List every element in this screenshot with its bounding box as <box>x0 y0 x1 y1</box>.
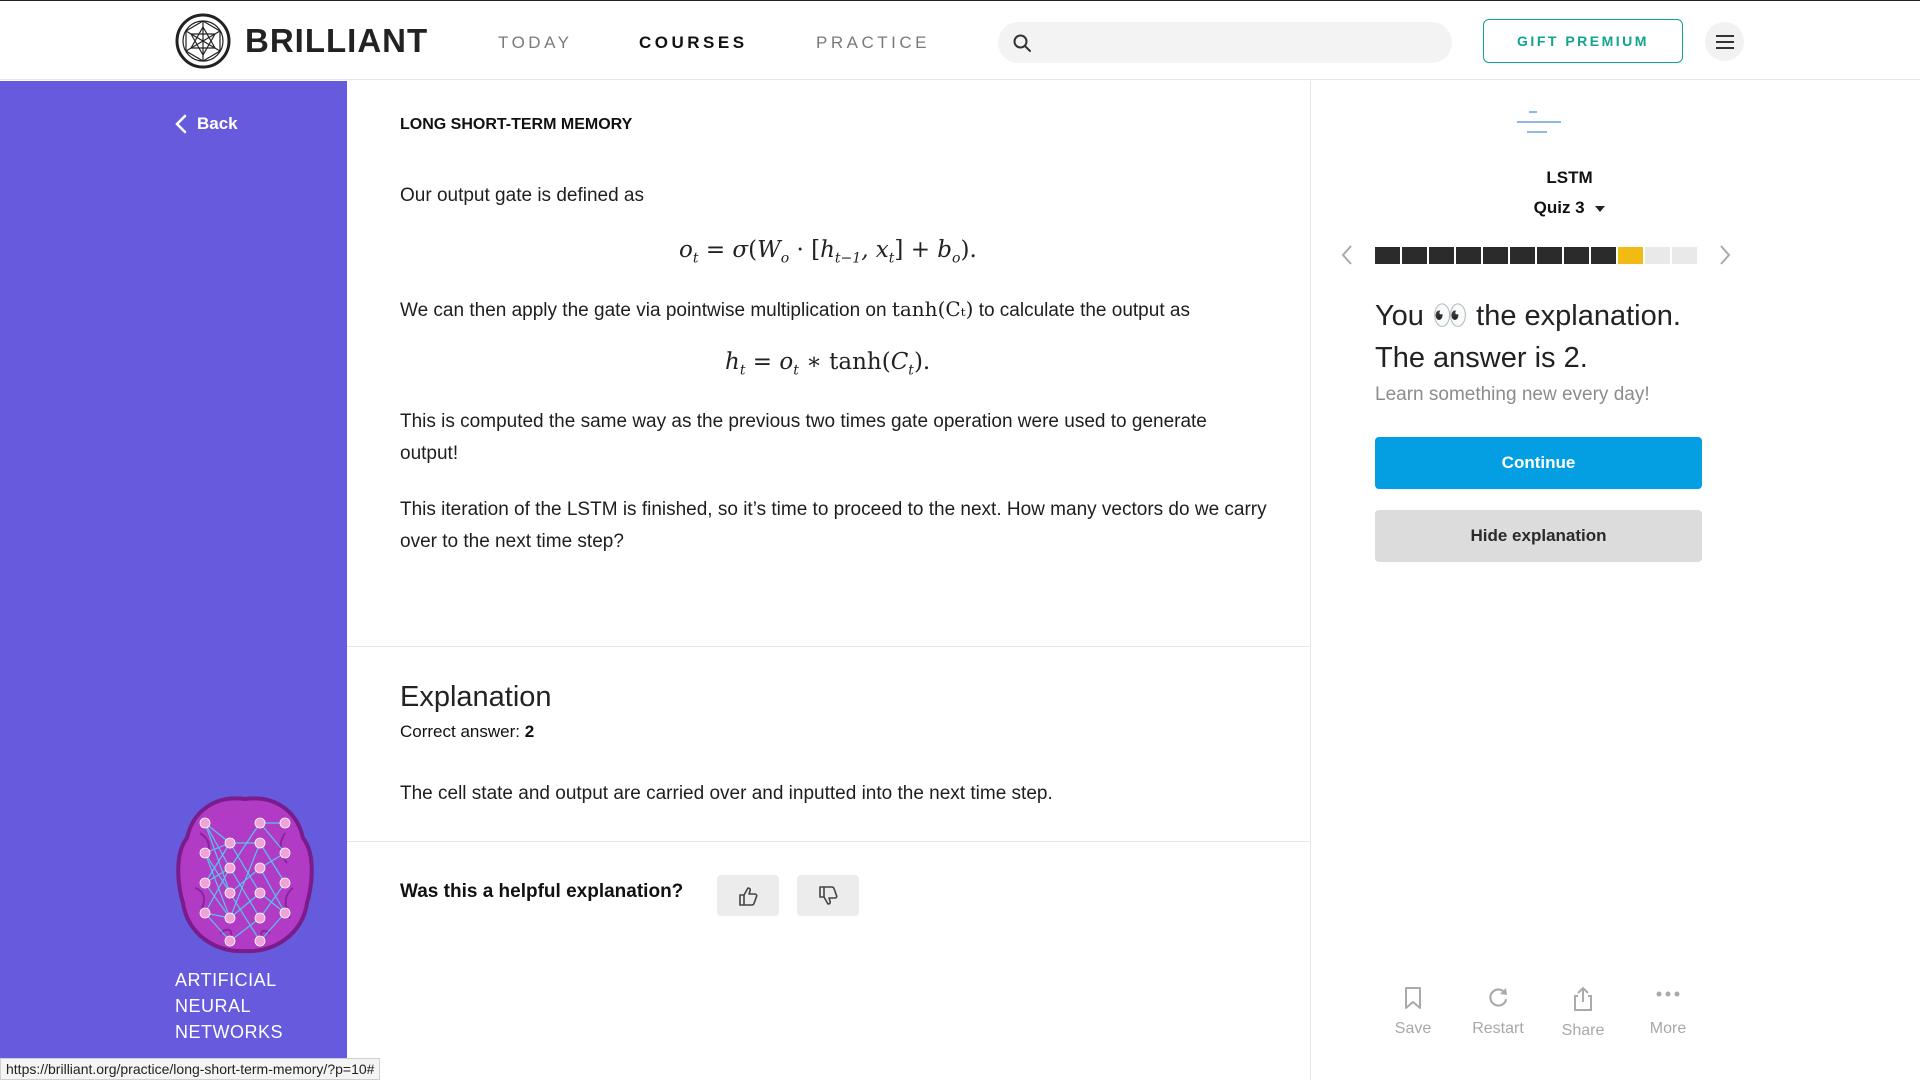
lstm-formula-thumbnail <box>1517 111 1561 133</box>
nav-courses[interactable]: COURSES <box>639 33 748 53</box>
brilliant-logo-icon <box>175 13 231 69</box>
thumbs-up-button[interactable] <box>717 875 779 916</box>
save-label: Save <box>1394 1020 1432 1037</box>
divider <box>347 646 1310 647</box>
course-title[interactable]: ARTIFICIAL NEURAL NETWORKS <box>175 967 325 1045</box>
brilliant-logo[interactable]: BRILLIANT <box>175 13 428 69</box>
caret-down-icon <box>1595 206 1606 212</box>
inline-math: tanh(Cₜ) <box>891 297 974 321</box>
search-input[interactable] <box>998 22 1452 63</box>
quiz-label: Quiz 3 <box>1533 198 1585 217</box>
chevron-left-icon <box>175 114 187 134</box>
course-title-line: ARTIFICIAL <box>175 970 277 990</box>
restart-icon <box>1489 988 1508 1007</box>
eyes-emoji-icon: 👀 <box>1432 300 1469 332</box>
progress-segment <box>1510 247 1535 264</box>
progress-segment <box>1456 247 1481 264</box>
share-button[interactable]: Share <box>1548 986 1618 1040</box>
link-status-bar: https://brilliant.org/practice/long-shor… <box>0 1058 381 1080</box>
course-sidebar: Back ARTIFICIAL NEURAL NETWORKS <box>0 81 347 1080</box>
progress-segment <box>1402 247 1427 264</box>
back-label: Back <box>197 114 238 133</box>
brand-wordmark: BRILLIANT <box>245 22 429 59</box>
quiz-progress <box>1375 247 1699 264</box>
gift-premium-button[interactable]: GIFT PREMIUM <box>1483 19 1683 63</box>
paragraph: We can then apply the gate via pointwise… <box>400 293 1270 327</box>
bookmark-icon <box>1405 987 1421 1009</box>
paragraph-text: to calculate the output as <box>978 300 1190 321</box>
progress-segment <box>1591 247 1616 264</box>
result-line1: You 👀 the explanation. <box>1375 295 1681 337</box>
quiz-panel: LSTM Quiz 3 You 👀 the explanation. The a… <box>1310 81 1920 1080</box>
result-message: You 👀 the explanation. The answer is 2. <box>1375 295 1681 379</box>
correct-answer: Correct answer: 2 <box>400 722 534 742</box>
result-rest: the explanation. <box>1476 300 1681 332</box>
course-title-line: NEURAL <box>175 996 252 1016</box>
progress-segment <box>1375 247 1400 264</box>
progress-segment <box>1537 247 1562 264</box>
paragraph: This is computed the same way as the pre… <box>400 411 1207 464</box>
back-link[interactable]: Back <box>175 114 238 134</box>
nav-today[interactable]: TODAY <box>498 33 573 53</box>
course-title-line: NETWORKS <box>175 1022 284 1042</box>
result-line2: The answer is 2. <box>1375 342 1588 374</box>
quiz-topic: LSTM <box>1546 168 1593 187</box>
chevron-left-icon[interactable] <box>1340 243 1354 267</box>
save-button[interactable]: Save <box>1378 986 1448 1038</box>
progress-segment <box>1618 247 1643 264</box>
hamburger-menu-icon <box>1715 34 1734 49</box>
progress-segment <box>1672 247 1697 264</box>
more-label: More <box>1649 1020 1687 1037</box>
progress-segment <box>1645 247 1670 264</box>
learn-tagline: Learn something new every day! <box>1375 384 1650 405</box>
progress-segment <box>1564 247 1589 264</box>
explanation-title: Explanation <box>400 681 552 713</box>
thumbs-down-button[interactable] <box>797 875 859 916</box>
continue-button[interactable]: Continue <box>1375 437 1702 489</box>
divider <box>347 841 1310 842</box>
thumbs-up-icon <box>739 886 758 906</box>
search-icon <box>1013 34 1031 52</box>
output-gate-equation: ot = σ(Wo · [ht−1, xt] + bo). <box>679 237 977 267</box>
paragraph: This iteration of the LSTM is finished, … <box>400 499 1267 552</box>
output-equation: ht = ot ∗ tanh(Ct). <box>725 349 931 379</box>
restart-button[interactable]: Restart <box>1463 986 1533 1038</box>
correct-answer-value: 2 <box>524 722 535 741</box>
more-button[interactable]: More <box>1633 986 1703 1038</box>
explanation-text: The cell state and output are carried ov… <box>400 783 1053 804</box>
top-navigation-bar: BRILLIANT TODAY COURSES PRACTICE GIFT PR… <box>0 0 1920 80</box>
paragraph: Our output gate is defined as <box>400 185 644 206</box>
chevron-right-icon[interactable] <box>1718 243 1732 267</box>
correct-answer-label: Correct answer: <box>400 722 520 741</box>
progress-segment <box>1429 247 1454 264</box>
problem-content: LONG SHORT-TERM MEMORY Our output gate i… <box>347 81 1310 1080</box>
hamburger-menu-button[interactable] <box>1705 22 1744 61</box>
nav-practice[interactable]: PRACTICE <box>816 33 930 53</box>
share-label: Share <box>1561 1022 1605 1039</box>
neural-network-brain-icon <box>176 796 314 954</box>
more-dots-icon <box>1656 991 1680 997</box>
thumbs-down-icon <box>819 885 838 905</box>
restart-label: Restart <box>1472 1020 1524 1037</box>
paragraph-text: We can then apply the gate via pointwise… <box>400 300 887 321</box>
hide-explanation-button[interactable]: Hide explanation <box>1375 510 1702 562</box>
result-you: You <box>1375 300 1424 332</box>
chapter-title: LONG SHORT-TERM MEMORY <box>400 116 633 133</box>
share-icon <box>1574 986 1592 1011</box>
quiz-selector[interactable]: Quiz 3 <box>1311 198 1828 218</box>
helpful-question: Was this a helpful explanation? <box>400 881 684 902</box>
progress-segment <box>1483 247 1508 264</box>
